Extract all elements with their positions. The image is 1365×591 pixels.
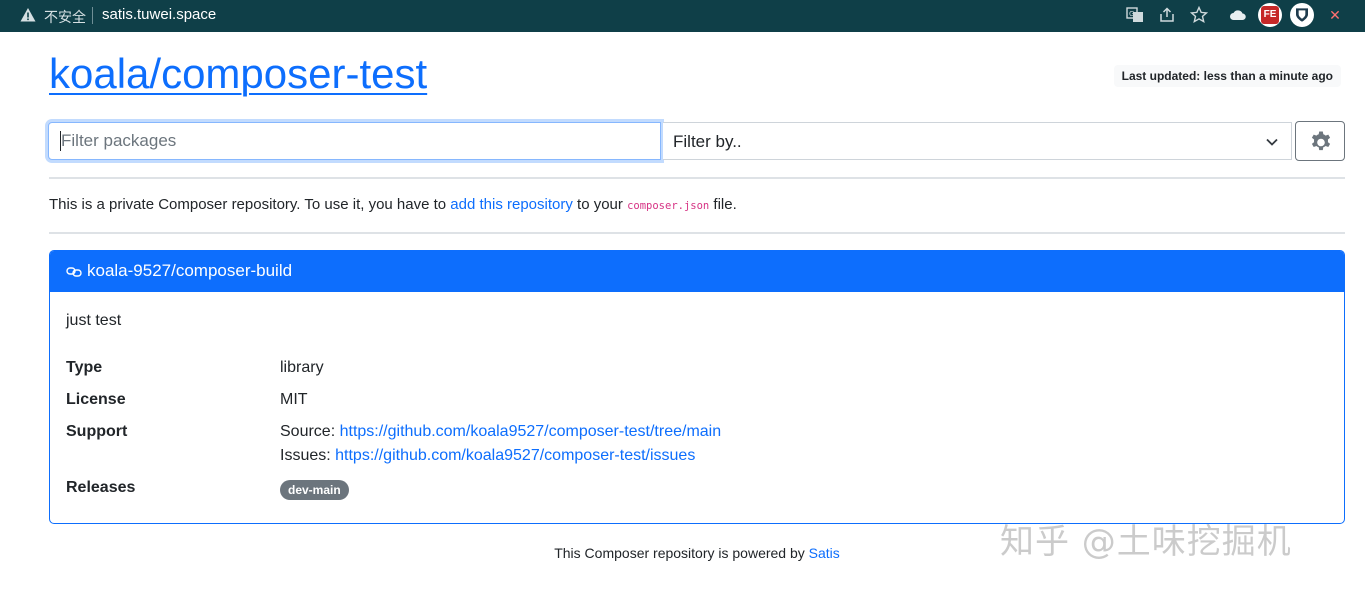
support-source: Source: https://github.com/koala9527/com…: [280, 423, 721, 441]
releases-label: Releases: [66, 479, 136, 496]
settings-button[interactable]: [1295, 121, 1345, 161]
address-separator: [92, 7, 93, 24]
insecure-label[interactable]: 不安全: [44, 7, 86, 27]
fe-extension-label: FE: [1261, 6, 1279, 24]
support-issues: Issues: https://github.com/koala9527/com…: [280, 447, 695, 465]
issues-link[interactable]: https://github.com/koala9527/composer-te…: [335, 447, 695, 464]
source-link[interactable]: https://github.com/koala9527/composer-te…: [340, 423, 722, 440]
package-description: just test: [66, 312, 122, 329]
license-label: License: [66, 391, 126, 408]
chevron-down-icon: [1266, 138, 1278, 146]
link-icon: [66, 267, 82, 277]
gear-icon: [1311, 131, 1331, 151]
release-badge[interactable]: dev-main: [280, 480, 349, 500]
page-title[interactable]: koala/composer-test: [49, 48, 427, 100]
divider: [49, 232, 1345, 234]
issues-prefix: Issues:: [280, 447, 336, 464]
text-caret: [60, 131, 61, 151]
footer-prefix: This Composer repository is powered by: [554, 545, 809, 561]
close-extension-icon[interactable]: ✕: [1326, 6, 1344, 24]
filter-by-select[interactable]: Filter by..: [663, 122, 1292, 160]
svg-text:G: G: [1129, 10, 1134, 18]
support-label: Support: [66, 423, 128, 440]
translate-icon[interactable]: G: [1126, 6, 1144, 24]
package-card: koala-9527/composer-build just test Type…: [49, 250, 1345, 524]
address-bar-url[interactable]: satis.tuwei.space: [102, 6, 216, 23]
add-repository-link[interactable]: add this repository: [450, 196, 573, 213]
package-card-header[interactable]: koala-9527/composer-build: [50, 251, 1344, 292]
cloud-icon[interactable]: [1229, 6, 1247, 24]
divider: [49, 177, 1345, 179]
last-updated-badge: Last updated: less than a minute ago: [1113, 65, 1341, 87]
package-name[interactable]: koala-9527/composer-build: [87, 261, 292, 281]
license-value: MIT: [280, 391, 308, 408]
intro-middle: to your: [572, 196, 628, 213]
bookmark-star-icon[interactable]: [1190, 6, 1208, 24]
warning-icon[interactable]: [20, 7, 36, 23]
source-prefix: Source:: [280, 423, 340, 440]
filter-packages-input[interactable]: [48, 122, 661, 160]
composer-json-code: composer.json: [627, 200, 710, 212]
browser-bar: 不安全 satis.tuwei.space G FE ✕: [0, 0, 1365, 32]
type-value: library: [280, 359, 324, 376]
intro-prefix: This is a private Composer repository. T…: [49, 196, 451, 213]
share-icon[interactable]: [1158, 6, 1176, 24]
intro-suffix: file.: [709, 196, 737, 213]
filter-by-label: Filter by..: [673, 132, 742, 151]
intro-text: This is a private Composer repository. T…: [49, 196, 737, 215]
shield-extension-icon[interactable]: [1290, 3, 1314, 27]
satis-link[interactable]: Satis: [809, 545, 840, 561]
watermark: 知乎 @土味挖掘机: [1000, 522, 1292, 562]
fe-extension-icon[interactable]: FE: [1258, 3, 1282, 27]
type-label: Type: [66, 359, 103, 376]
